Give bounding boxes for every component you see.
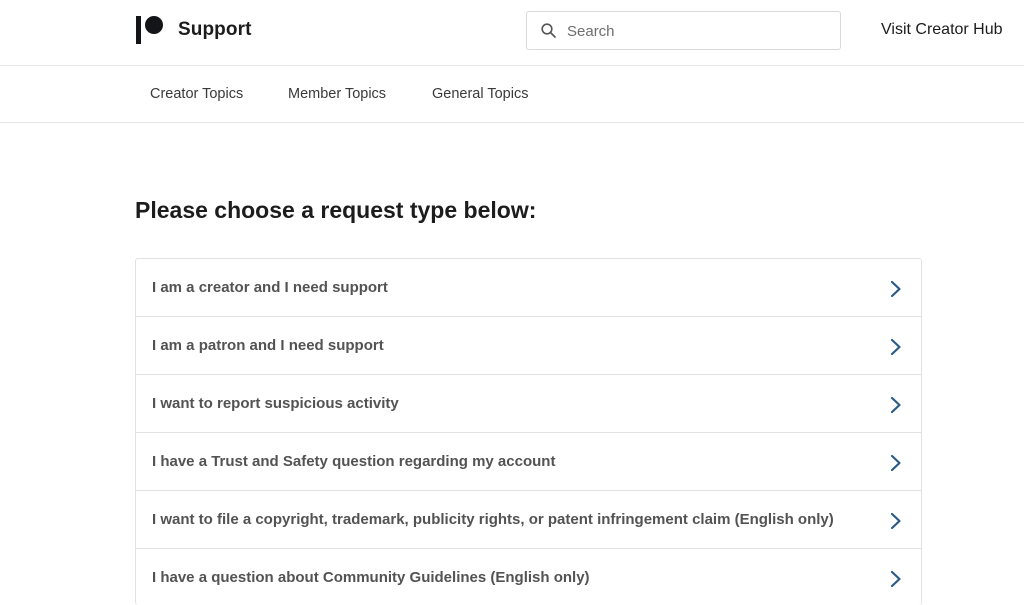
visit-creator-hub-link[interactable]: Visit Creator Hub (881, 21, 1003, 39)
site-header: Support Visit Creator Hub (0, 0, 1024, 66)
request-item-label: I want to file a copyright, trademark, p… (152, 511, 834, 528)
request-item-label: I am a creator and I need support (152, 279, 388, 296)
request-item-infringement-claim[interactable]: I want to file a copyright, trademark, p… (136, 491, 921, 549)
request-type-list: I am a creator and I need support I am a… (135, 258, 922, 605)
request-item-trust-and-safety[interactable]: I have a Trust and Safety question regar… (136, 433, 921, 491)
chevron-right-icon (890, 396, 901, 414)
request-item-patron-support[interactable]: I am a patron and I need support (136, 317, 921, 375)
patreon-logo[interactable] (136, 15, 166, 45)
tab-general-topics[interactable]: General Topics (432, 86, 528, 102)
search-icon (541, 23, 556, 38)
page-title: Please choose a request type below: (135, 197, 537, 223)
request-item-community-guidelines[interactable]: I have a question about Community Guidel… (136, 549, 921, 605)
request-item-suspicious-activity[interactable]: I want to report suspicious activity (136, 375, 921, 433)
search-box[interactable] (526, 11, 841, 51)
chevron-right-icon (890, 454, 901, 472)
tab-creator-topics[interactable]: Creator Topics (150, 86, 243, 102)
brand-title[interactable]: Support (178, 19, 252, 41)
chevron-right-icon (890, 570, 901, 588)
request-item-label: I have a Trust and Safety question regar… (152, 453, 556, 470)
logo-bar (136, 16, 141, 44)
request-item-label: I want to report suspicious activity (152, 395, 399, 412)
chevron-right-icon (890, 280, 901, 298)
request-item-label: I have a question about Community Guidel… (152, 569, 590, 586)
search-input[interactable] (565, 12, 839, 51)
topics-nav: Creator Topics Member Topics General Top… (0, 66, 1024, 123)
tab-member-topics[interactable]: Member Topics (288, 86, 386, 102)
request-item-label: I am a patron and I need support (152, 337, 384, 354)
request-item-creator-support[interactable]: I am a creator and I need support (136, 259, 921, 317)
chevron-right-icon (890, 512, 901, 530)
logo-dot (145, 16, 163, 34)
chevron-right-icon (890, 338, 901, 356)
